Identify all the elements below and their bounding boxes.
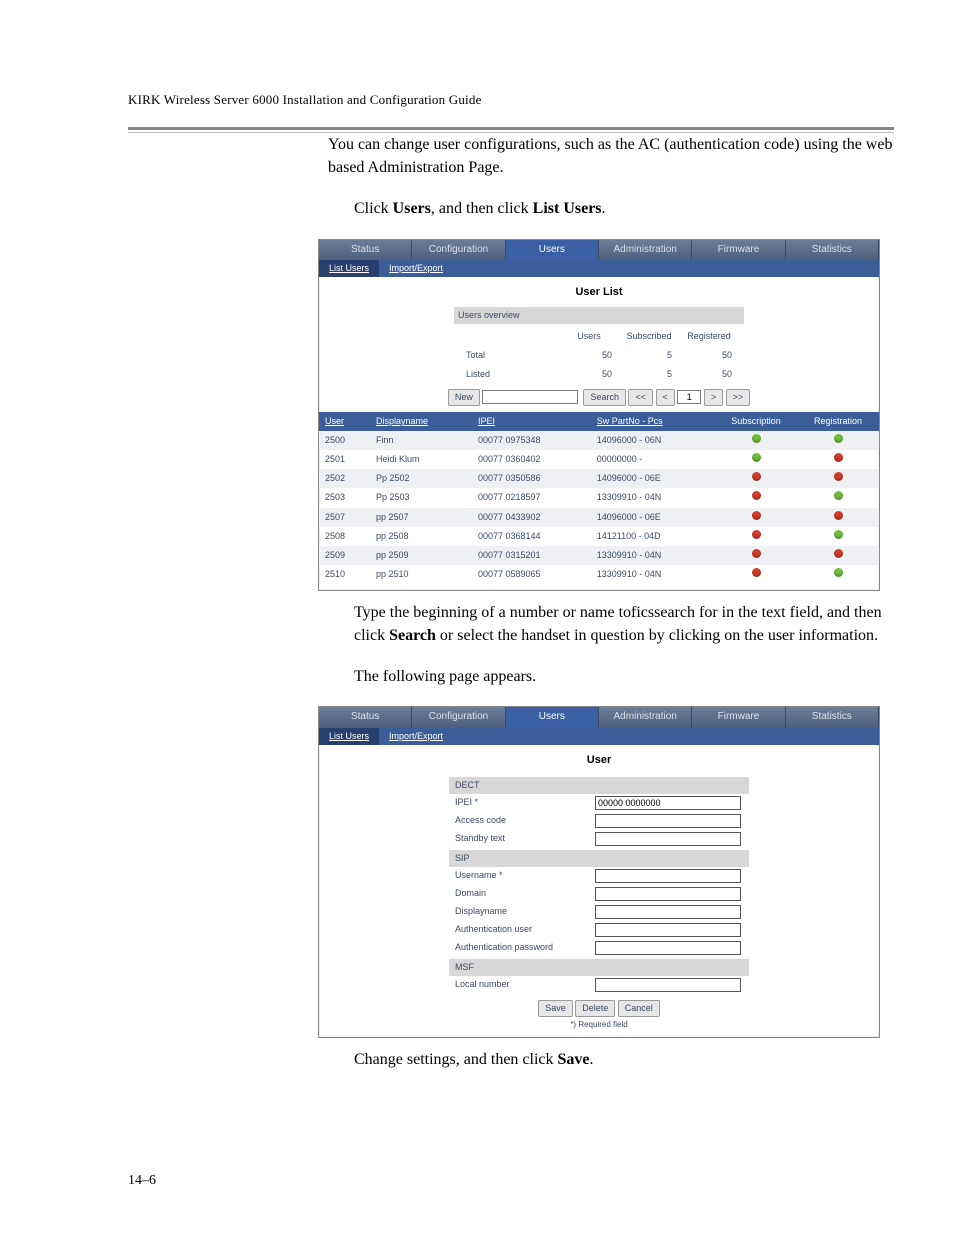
search-input[interactable] [482,390,578,404]
doc-header: KIRK Wireless Server 6000 Installation a… [128,92,894,113]
table-row[interactable]: 2500Finn00077 097534814096000 - 06N [319,431,879,450]
tab-statistics[interactable]: Statistics [786,240,879,261]
main-tabs: Status Configuration Users Administratio… [319,240,879,261]
label-auth-password: Authentication password [455,941,595,954]
label-local-number: Local number [455,978,595,991]
page-prev-button[interactable]: < [656,389,675,406]
input-username[interactable] [595,869,741,883]
page-last-button[interactable]: >> [726,389,751,406]
table-row[interactable]: 2507pp 250700077 043390214096000 - 06E [319,508,879,527]
label-username: Username * [455,869,595,882]
status-dot-red [834,453,843,462]
header-rule-thick [128,127,894,130]
table-row[interactable]: 2502Pp 250200077 035058614096000 - 06E [319,469,879,488]
para-following: The following page appears. [354,665,894,688]
tab-administration[interactable]: Administration [599,240,692,261]
table-row[interactable]: 2508pp 250800077 036814414121100 - 04D [319,527,879,546]
para-step2: Type the beginning of a number or name t… [354,601,894,647]
tab-status[interactable]: Status [319,707,412,728]
tab-status[interactable]: Status [319,240,412,261]
para-step1: Click Users, and then click List Users. [354,197,894,220]
label-displayname: Displayname [455,905,595,918]
save-button[interactable]: Save [538,1000,573,1017]
input-access-code[interactable] [595,814,741,828]
section-sip: SIP [449,850,749,867]
page-next-button[interactable]: > [704,389,723,406]
input-standby-text[interactable] [595,832,741,846]
tab-statistics[interactable]: Statistics [786,707,879,728]
page-number: 14–6 [128,1173,156,1189]
section-dect: DECT [449,777,749,794]
subtab-list-users[interactable]: List Users [319,728,379,745]
subtab-import-export[interactable]: Import/Export [379,260,453,277]
user-table: User Displayname IPEI Sw PartNo - Pcs Su… [319,412,879,583]
th-registration: Registration [797,412,879,431]
label-access-code: Access code [455,814,595,827]
table-row[interactable]: 2509pp 250900077 031520113309910 - 04N [319,546,879,565]
search-button[interactable]: Search [583,389,626,406]
label-standby-text: Standby text [455,832,595,845]
section-msf: MSF [449,959,749,976]
tab-users[interactable]: Users [506,240,599,261]
th-user[interactable]: User [319,412,370,431]
figure-user-form: Status Configuration Users Administratio… [318,706,880,1037]
th-sw[interactable]: Sw PartNo - Pcs [591,412,715,431]
table-row[interactable]: 2503Pp 250300077 021859713309910 - 04N [319,488,879,507]
figure-user-list: Status Configuration Users Administratio… [318,239,880,591]
table-row[interactable]: 2510pp 251000077 058906513309910 - 04N [319,565,879,584]
panel-title: User [319,745,879,775]
input-auth-password[interactable] [595,941,741,955]
required-note: *) Required field [449,1019,749,1037]
sub-tabs: List Users Import/Export [319,260,879,277]
page-number-input[interactable] [677,390,701,404]
page-first-button[interactable]: << [628,389,653,406]
new-button[interactable]: New [448,389,480,406]
tab-configuration[interactable]: Configuration [412,707,505,728]
tab-configuration[interactable]: Configuration [412,240,505,261]
tab-administration[interactable]: Administration [599,707,692,728]
label-ipei: IPEI * [455,796,595,809]
th-subscription: Subscription [715,412,797,431]
th-displayname[interactable]: Displayname [370,412,472,431]
th-ipei[interactable]: IPEI [472,412,591,431]
para-intro: You can change user configurations, such… [328,133,894,179]
label-auth-user: Authentication user [455,923,595,936]
subtab-import-export[interactable]: Import/Export [379,728,453,745]
input-domain[interactable] [595,887,741,901]
tab-firmware[interactable]: Firmware [692,707,785,728]
input-displayname[interactable] [595,905,741,919]
input-local-number[interactable] [595,978,741,992]
panel-title: User List [319,277,879,307]
para-save: Change settings, and then click Save. [354,1048,894,1071]
delete-button[interactable]: Delete [575,1000,615,1017]
table-row[interactable]: 2501Heidi Klum00077 036040200000000 - [319,450,879,469]
input-ipei[interactable] [595,796,741,810]
tab-firmware[interactable]: Firmware [692,240,785,261]
overview-header: Users overview [454,307,744,324]
input-auth-user[interactable] [595,923,741,937]
cancel-button[interactable]: Cancel [618,1000,660,1017]
status-dot-green [752,434,761,443]
label-domain: Domain [455,887,595,900]
overview-table: UsersSubscribedRegistered Total50550 Lis… [458,326,740,385]
tab-users[interactable]: Users [506,707,599,728]
subtab-list-users[interactable]: List Users [319,260,379,277]
status-dot-green [834,434,843,443]
